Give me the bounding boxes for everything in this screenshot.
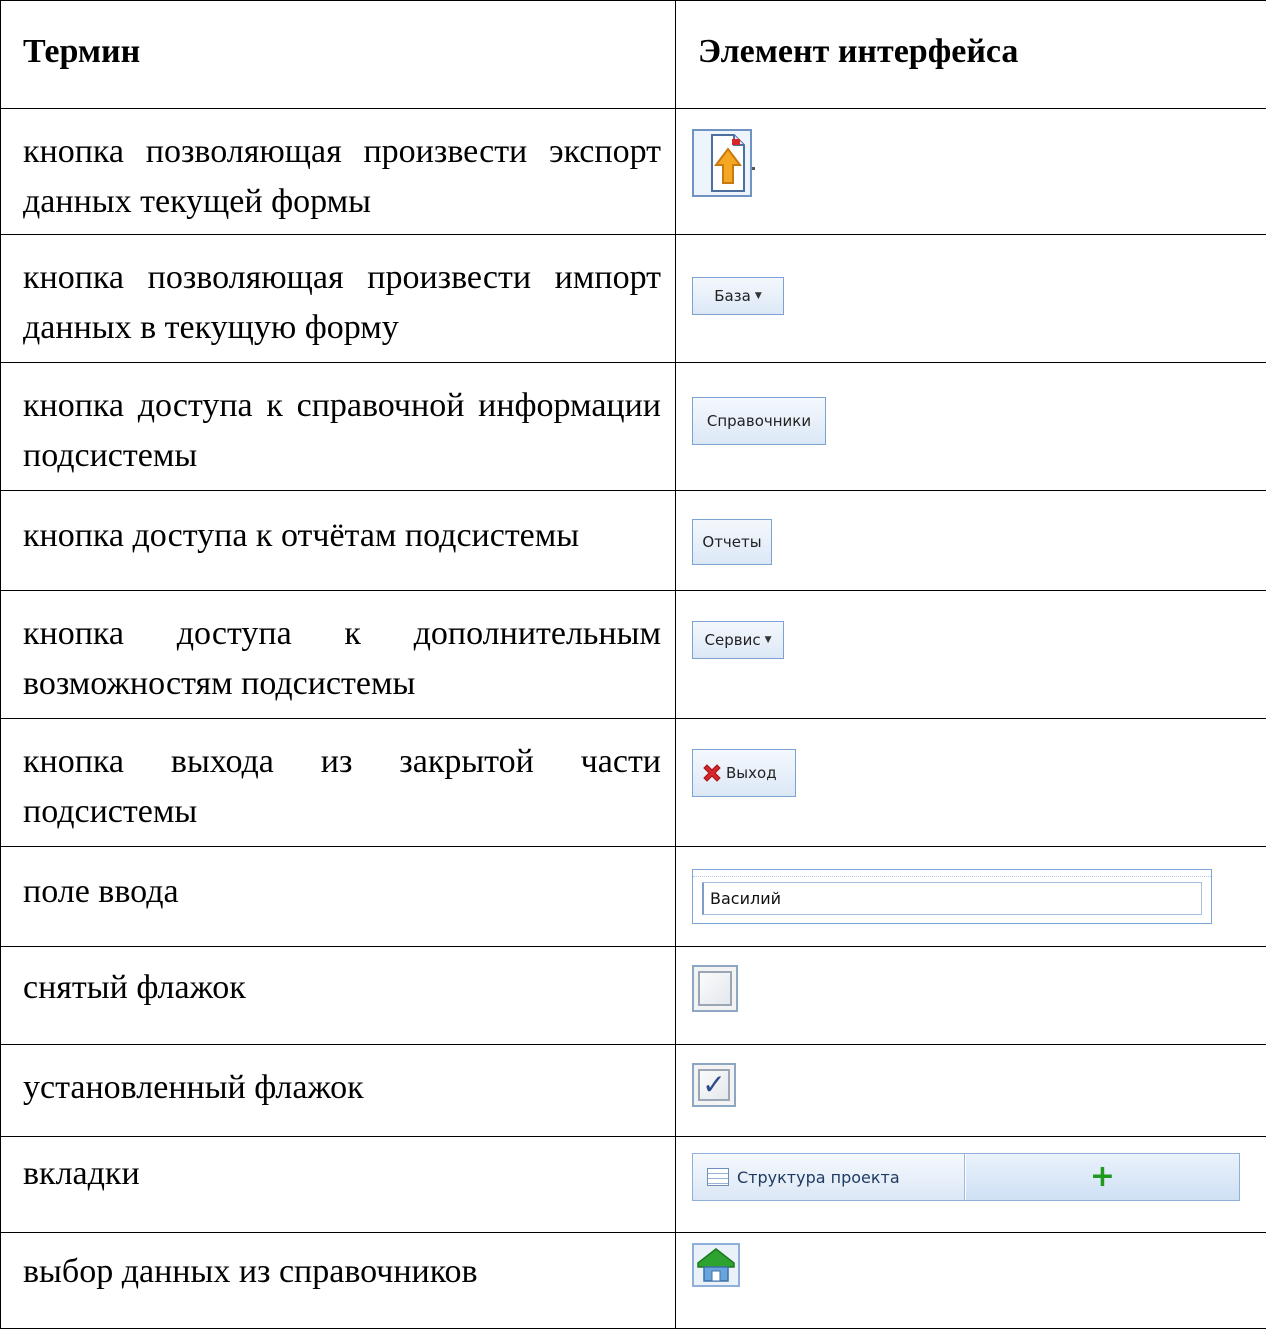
exit-button-label: Выход (726, 764, 777, 782)
service-button[interactable]: Сервис ▼ (692, 621, 784, 659)
term-cell: кнопка доступа к отчётам подсистемы (1, 491, 676, 591)
table-row: кнопка позволяющая произвести импорт дан… (1, 235, 1266, 363)
term-cell: выбор данных из справочников (1, 1233, 676, 1329)
export-icon (692, 129, 756, 199)
chevron-down-icon: ▼ (755, 291, 762, 301)
table-row: кнопка выхода из закрытой части подсисте… (1, 719, 1266, 847)
red-x-icon (701, 762, 723, 784)
table-row: установленный флажок ✓ (1, 1045, 1266, 1137)
table-row: кнопка доступа к дополнительным возможно… (1, 591, 1266, 719)
unchecked-checkbox[interactable] (692, 965, 738, 1012)
terms-table: Термин Элемент интерфейса кнопка позволя… (0, 0, 1266, 1329)
term-cell: вкладки (1, 1137, 676, 1233)
import-base-button[interactable]: База ▼ (692, 277, 784, 315)
ui-cell: Справочники (676, 363, 1266, 491)
ui-cell: База ▼ (676, 235, 1266, 363)
ui-cell: Отчеты (676, 491, 1266, 591)
term-cell: установленный флажок (1, 1045, 676, 1137)
term-cell: кнопка доступа к дополнительным возможно… (1, 591, 676, 719)
table-row: выбор данных из справочников (1, 1233, 1266, 1329)
add-tab-button[interactable]: + (965, 1154, 1239, 1200)
checked-checkbox[interactable]: ✓ (692, 1063, 736, 1107)
name-input[interactable] (702, 882, 1202, 915)
exit-button[interactable]: Выход (692, 749, 796, 797)
reports-label: Отчеты (702, 533, 761, 551)
ui-cell (676, 109, 1266, 235)
term-cell: кнопка выхода из закрытой части подсисте… (1, 719, 676, 847)
ui-cell (676, 947, 1266, 1045)
ui-cell: Сервис ▼ (676, 591, 1266, 719)
table-row: снятый флажок (1, 947, 1266, 1045)
plus-icon: + (1090, 1162, 1115, 1192)
tab-project-structure[interactable]: Структура проекта (693, 1154, 965, 1200)
input-frame (692, 869, 1212, 924)
reference-books-label: Справочники (707, 412, 811, 430)
reports-button[interactable]: Отчеты (692, 519, 772, 565)
reference-select-button[interactable] (692, 1243, 740, 1292)
table-row: кнопка доступа к отчётам подсистемы Отче… (1, 491, 1266, 591)
header-row: Термин Элемент интерфейса (1, 1, 1266, 109)
ui-cell: Структура проекта + (676, 1137, 1266, 1233)
chevron-down-icon: ▼ (765, 635, 772, 645)
ui-cell: ✓ (676, 1045, 1266, 1137)
export-button[interactable] (692, 129, 756, 204)
base-button-label: База (714, 287, 751, 305)
reference-select-icon (692, 1243, 740, 1287)
table-row: кнопка позволяющая произвести экспорт да… (1, 109, 1266, 235)
header-term: Термин (1, 1, 676, 109)
term-cell: поле ввода (1, 847, 676, 947)
tab-label: Структура проекта (737, 1168, 900, 1187)
reference-books-button[interactable]: Справочники (692, 397, 826, 445)
table-icon (707, 1168, 729, 1186)
header-element: Элемент интерфейса (676, 1, 1266, 109)
term-cell: снятый флажок (1, 947, 676, 1045)
ui-cell: Выход (676, 719, 1266, 847)
checkmark-icon: ✓ (702, 1071, 725, 1099)
service-button-label: Сервис (705, 631, 761, 649)
ui-cell (676, 1233, 1266, 1329)
term-cell: кнопка доступа к справочной информации п… (1, 363, 676, 491)
tab-strip: Структура проекта + (692, 1153, 1240, 1201)
term-cell: кнопка позволяющая произвести импорт дан… (1, 235, 676, 363)
table-row: вкладки Структура проекта + (1, 1137, 1266, 1233)
ui-cell (676, 847, 1266, 947)
table-row: поле ввода (1, 847, 1266, 947)
term-cell: кнопка позволяющая произвести экспорт да… (1, 109, 676, 235)
table-row: кнопка доступа к справочной информации п… (1, 363, 1266, 491)
